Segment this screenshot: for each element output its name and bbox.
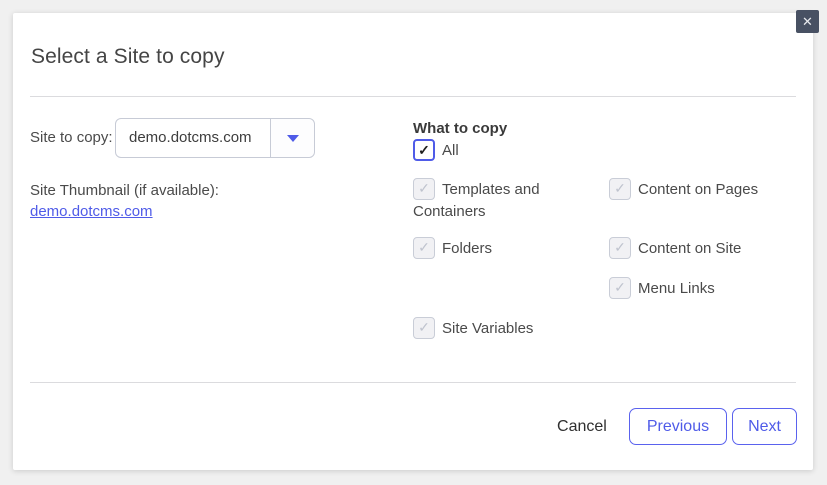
option-label: Content on Pages xyxy=(638,181,758,198)
footer-divider xyxy=(30,382,796,383)
empty-cell xyxy=(609,318,805,340)
previous-button[interactable]: Previous xyxy=(629,408,727,445)
option-content-on-site: ✓ Content on Site xyxy=(609,238,805,278)
content-on-site-checkbox[interactable]: ✓ xyxy=(609,237,631,259)
empty-cell xyxy=(413,278,609,318)
check-icon: ✓ xyxy=(614,180,626,196)
next-button[interactable]: Next xyxy=(732,408,797,445)
site-thumbnail-label: Site Thumbnail (if available): xyxy=(30,180,219,201)
option-label: Site Variables xyxy=(442,320,533,337)
option-label: Folders xyxy=(442,240,492,257)
option-label: Content on Site xyxy=(638,240,741,257)
all-checkbox[interactable]: ✓ xyxy=(413,139,435,161)
option-label: Menu Links xyxy=(638,280,715,297)
header-divider xyxy=(30,96,796,97)
check-icon: ✓ xyxy=(418,319,430,335)
content-on-pages-checkbox[interactable]: ✓ xyxy=(609,178,631,200)
close-button[interactable]: ✕ xyxy=(796,10,819,33)
site-select-arrow-button[interactable] xyxy=(270,119,314,157)
check-icon: ✓ xyxy=(418,239,430,255)
option-menu-links: ✓ Menu Links xyxy=(609,278,805,318)
copy-site-dialog: ✕ Select a Site to copy Site to copy: de… xyxy=(13,13,813,470)
check-icon: ✓ xyxy=(614,279,626,295)
site-variables-checkbox[interactable]: ✓ xyxy=(413,317,435,339)
site-thumbnail-link[interactable]: demo.dotcms.com xyxy=(30,201,153,222)
option-site-variables: ✓ Site Variables xyxy=(413,318,609,340)
site-select-value: demo.dotcms.com xyxy=(129,119,270,157)
what-to-copy-grid: ✓ Templates and Containers ✓ Content on … xyxy=(413,179,805,340)
check-icon: ✓ xyxy=(418,142,430,158)
chevron-down-icon xyxy=(287,135,299,142)
option-templates-and-containers: ✓ Templates and Containers xyxy=(413,179,609,238)
option-folders: ✓ Folders xyxy=(413,238,609,278)
what-to-copy-heading: What to copy xyxy=(413,119,507,139)
check-icon: ✓ xyxy=(614,239,626,255)
footer-actions: Cancel Previous Next xyxy=(557,408,797,445)
all-checkbox-label: All xyxy=(442,142,459,159)
option-all: ✓ All xyxy=(413,140,459,162)
folders-checkbox[interactable]: ✓ xyxy=(413,237,435,259)
check-icon: ✓ xyxy=(418,180,430,196)
templates-and-containers-checkbox[interactable]: ✓ xyxy=(413,178,435,200)
site-to-copy-label: Site to copy: xyxy=(30,128,113,148)
option-content-on-pages: ✓ Content on Pages xyxy=(609,179,805,238)
dialog-title: Select a Site to copy xyxy=(31,45,225,69)
cancel-button[interactable]: Cancel xyxy=(557,418,607,436)
site-select-dropdown[interactable]: demo.dotcms.com xyxy=(115,118,315,158)
menu-links-checkbox[interactable]: ✓ xyxy=(609,277,631,299)
close-icon: ✕ xyxy=(802,14,813,29)
